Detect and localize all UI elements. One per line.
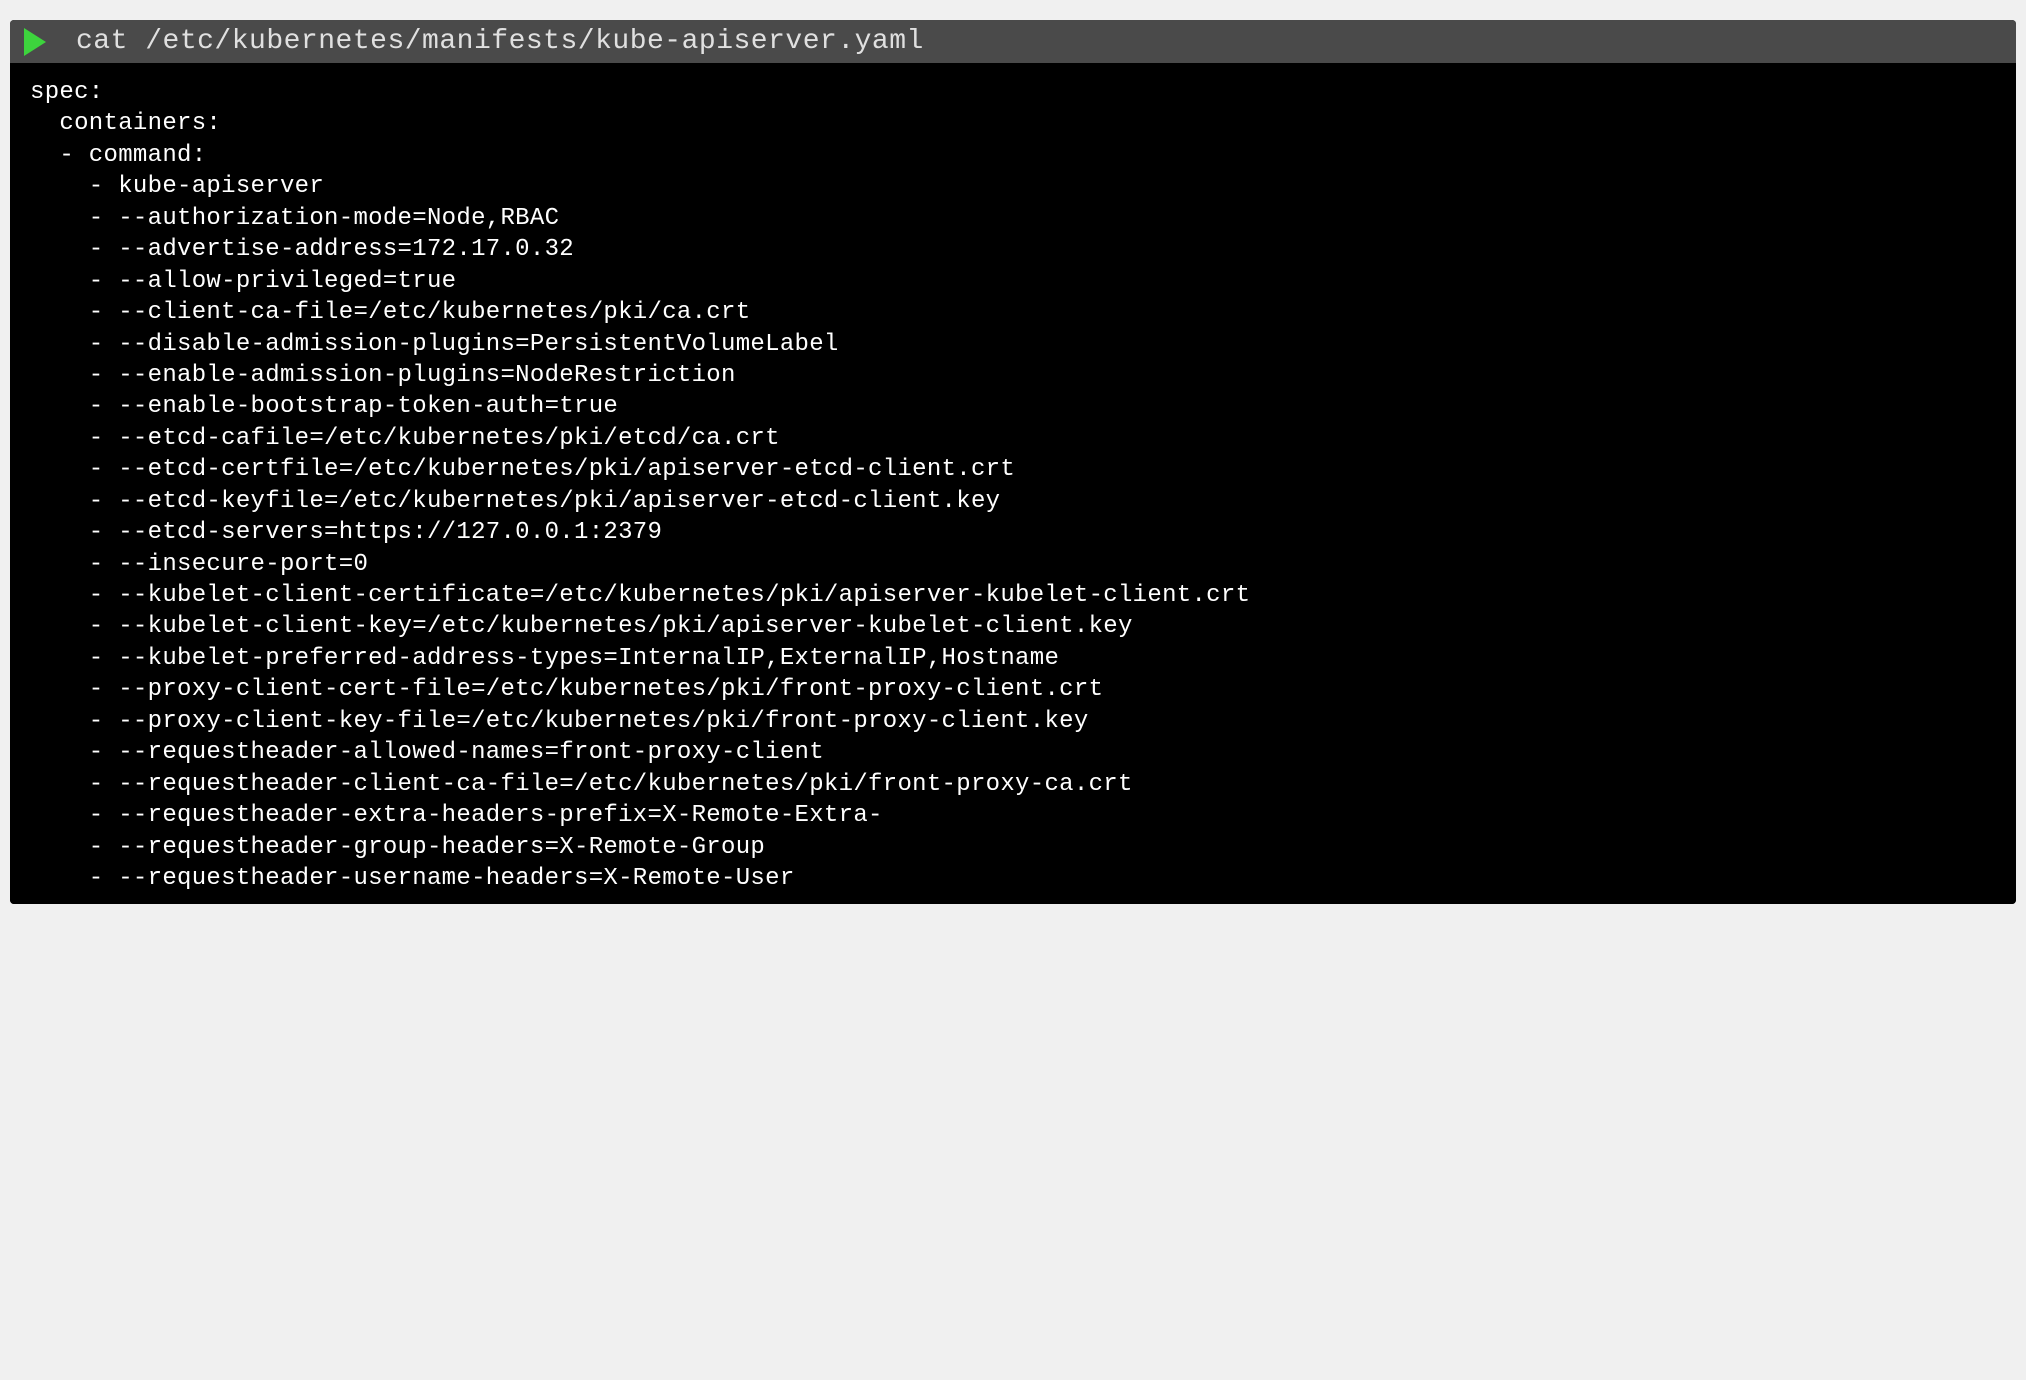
yaml-line: - kube-apiserver <box>30 171 1996 202</box>
yaml-line: - --disable-admission-plugins=Persistent… <box>30 329 1996 360</box>
yaml-line: containers: <box>30 108 1996 139</box>
yaml-line: - --insecure-port=0 <box>30 549 1996 580</box>
yaml-line: - --enable-admission-plugins=NodeRestric… <box>30 360 1996 391</box>
yaml-line: - --etcd-keyfile=/etc/kubernetes/pki/api… <box>30 486 1996 517</box>
yaml-line: - --etcd-cafile=/etc/kubernetes/pki/etcd… <box>30 423 1996 454</box>
yaml-line: - --allow-privileged=true <box>30 266 1996 297</box>
yaml-line: - --enable-bootstrap-token-auth=true <box>30 391 1996 422</box>
yaml-line: - --etcd-servers=https://127.0.0.1:2379 <box>30 517 1996 548</box>
yaml-line: spec: <box>30 77 1996 108</box>
terminal-output: spec: containers: - command: - kube-apis… <box>10 63 2016 904</box>
terminal-header: cat /etc/kubernetes/manifests/kube-apise… <box>10 20 2016 63</box>
yaml-line: - --etcd-certfile=/etc/kubernetes/pki/ap… <box>30 454 1996 485</box>
yaml-line: - --requestheader-extra-headers-prefix=X… <box>30 800 1996 831</box>
play-icon[interactable] <box>24 28 46 56</box>
command-text: cat /etc/kubernetes/manifests/kube-apise… <box>76 26 924 57</box>
yaml-line: - command: <box>30 140 1996 171</box>
yaml-line: - --requestheader-allowed-names=front-pr… <box>30 737 1996 768</box>
yaml-line: - --requestheader-username-headers=X-Rem… <box>30 863 1996 894</box>
yaml-line: - --proxy-client-cert-file=/etc/kubernet… <box>30 674 1996 705</box>
yaml-line: - --kubelet-client-key=/etc/kubernetes/p… <box>30 611 1996 642</box>
yaml-line: - --kubelet-client-certificate=/etc/kube… <box>30 580 1996 611</box>
yaml-line: - --advertise-address=172.17.0.32 <box>30 234 1996 265</box>
yaml-line: - --authorization-mode=Node,RBAC <box>30 203 1996 234</box>
yaml-line: - --client-ca-file=/etc/kubernetes/pki/c… <box>30 297 1996 328</box>
yaml-line: - --requestheader-group-headers=X-Remote… <box>30 832 1996 863</box>
yaml-line: - --kubelet-preferred-address-types=Inte… <box>30 643 1996 674</box>
yaml-line: - --requestheader-client-ca-file=/etc/ku… <box>30 769 1996 800</box>
yaml-line: - --proxy-client-key-file=/etc/kubernete… <box>30 706 1996 737</box>
terminal-window: cat /etc/kubernetes/manifests/kube-apise… <box>10 20 2016 904</box>
